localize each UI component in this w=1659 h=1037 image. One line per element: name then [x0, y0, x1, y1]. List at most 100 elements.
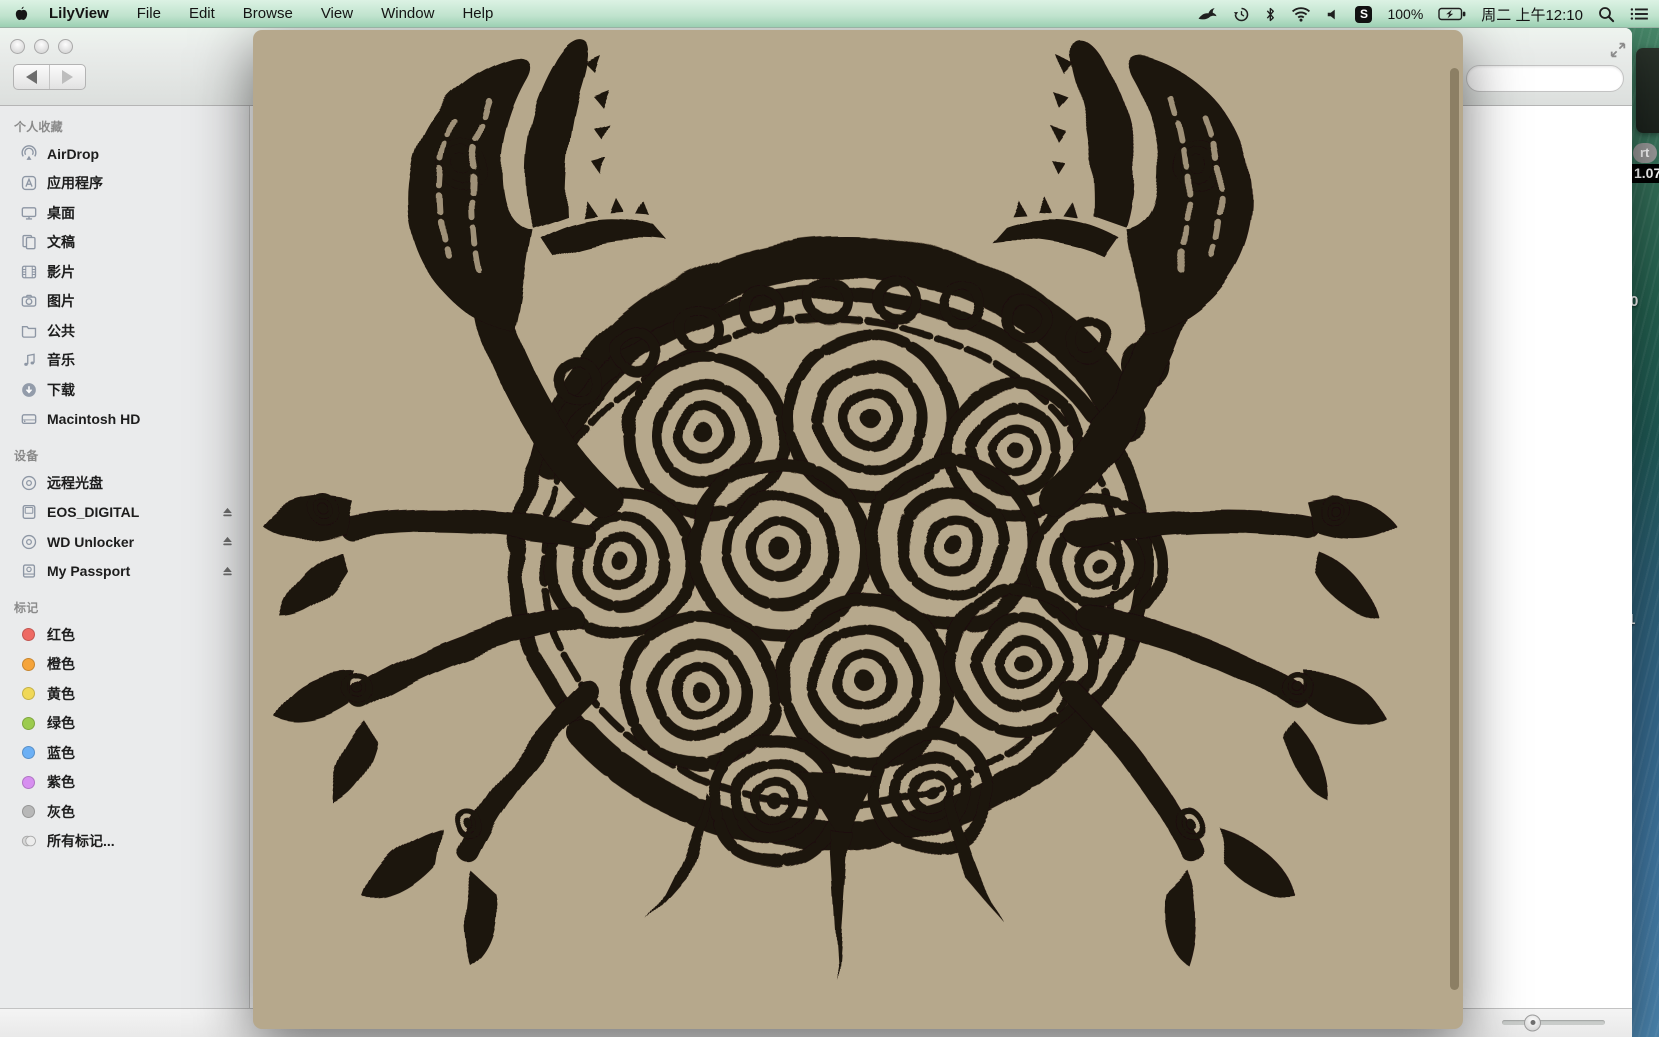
- battery-charging-icon[interactable]: [1438, 7, 1466, 21]
- sidebar-item-my-passport[interactable]: My Passport: [0, 557, 249, 587]
- desktop-partial-icon[interactable]: [1636, 48, 1659, 133]
- sidebar-item-desktop[interactable]: 桌面: [0, 198, 249, 228]
- bird-icon[interactable]: [1197, 6, 1218, 23]
- sidebar-item-all-tags[interactable]: 所有标记...: [0, 827, 249, 857]
- tag-color-dot: [19, 625, 38, 644]
- sidebar-item-label: 影片: [47, 262, 75, 282]
- shadowsocks-icon[interactable]: S: [1355, 6, 1372, 23]
- sidebar-item-label: 绿色: [47, 713, 75, 733]
- sidebar-item-tag-blue[interactable]: 蓝色: [0, 738, 249, 768]
- spotlight-icon[interactable]: [1598, 6, 1615, 23]
- icon-zoom-slider[interactable]: [1502, 1020, 1605, 1025]
- fullscreen-arrows-icon[interactable]: [1607, 39, 1629, 61]
- volume-icon[interactable]: [1326, 7, 1340, 22]
- menu-item-file[interactable]: File: [137, 5, 161, 22]
- crab-illustration: [253, 30, 1463, 1029]
- menu-item-help[interactable]: Help: [462, 5, 493, 22]
- eject-button[interactable]: [219, 563, 236, 580]
- sidebar-item-label: 桌面: [47, 203, 75, 223]
- image-scrollbar[interactable]: [1450, 68, 1459, 990]
- sidebar-item-label: Macintosh HD: [47, 411, 140, 427]
- sidebar-item-eos-digital[interactable]: EOS_DIGITAL: [0, 498, 249, 528]
- menu-status-area: S 100% 周二 上午12:10: [1197, 0, 1649, 28]
- sidebar-item-wd-unlocker[interactable]: WD Unlocker: [0, 527, 249, 557]
- sidebar-item-macintosh-hd[interactable]: Macintosh HD: [0, 405, 249, 435]
- sidebar-item-tag-purple[interactable]: 紫色: [0, 768, 249, 798]
- sidebar-item-airdrop[interactable]: AirDrop: [0, 139, 249, 169]
- sidebar-item-tag-red[interactable]: 红色: [0, 620, 249, 650]
- back-arrow-icon: [26, 70, 37, 84]
- icon-zoom-slider-knob[interactable]: [1524, 1014, 1541, 1031]
- back-button[interactable]: [14, 65, 49, 89]
- sidebar-item-downloads[interactable]: 下载: [0, 375, 249, 405]
- airdrop-icon: [19, 144, 38, 163]
- sidebar-item-label: My Passport: [47, 563, 130, 579]
- sidebar-item-label: 灰色: [47, 802, 75, 822]
- sidebar-item-label: 蓝色: [47, 743, 75, 763]
- search-input[interactable]: [1466, 65, 1624, 92]
- sidebar-item-label: EOS_DIGITAL: [47, 504, 139, 520]
- hdd-icon: [19, 410, 38, 429]
- sidebar-item-tag-yellow[interactable]: 黄色: [0, 679, 249, 709]
- tag-color-dot: [19, 802, 38, 821]
- bluetooth-icon[interactable]: [1265, 6, 1276, 23]
- sidebar-section-title: 设备: [0, 441, 249, 468]
- sidebar-item-label: 紫色: [47, 772, 75, 792]
- forward-button[interactable]: [49, 65, 85, 89]
- finder-sidebar: 个人收藏AirDrop应用程序桌面文稿影片图片公共音乐下载Macintosh H…: [0, 106, 250, 1008]
- apple-menu-icon[interactable]: [12, 4, 29, 24]
- sidebar-item-label: AirDrop: [47, 146, 99, 162]
- sidebar-item-label: 远程光盘: [47, 473, 103, 493]
- wifi-icon[interactable]: [1291, 6, 1311, 22]
- menu-item-edit[interactable]: Edit: [189, 5, 215, 22]
- eject-button[interactable]: [219, 533, 236, 550]
- notification-center-icon[interactable]: [1630, 7, 1649, 21]
- minimize-button[interactable]: [34, 39, 49, 54]
- sidebar-item-label: WD Unlocker: [47, 534, 134, 550]
- sidebar-item-label: 公共: [47, 321, 75, 341]
- sidebar-item-label: 黄色: [47, 684, 75, 704]
- sidebar-item-tag-orange[interactable]: 橙色: [0, 650, 249, 680]
- time-machine-icon[interactable]: [1233, 6, 1250, 23]
- sidebar-item-label: 文稿: [47, 232, 75, 252]
- menu-item-view[interactable]: View: [321, 5, 353, 22]
- sidebar-item-applications[interactable]: 应用程序: [0, 169, 249, 199]
- tag-color-dot: [19, 773, 38, 792]
- sidebar-item-public[interactable]: 公共: [0, 316, 249, 346]
- menu-bar: LilyView File Edit Browse View Window Help S …: [0, 0, 1659, 28]
- tag-color-dot: [19, 684, 38, 703]
- sidebar-item-tag-gray[interactable]: 灰色: [0, 797, 249, 827]
- sidebar-item-label: 所有标记...: [47, 831, 115, 851]
- display-icon: [19, 203, 38, 222]
- sidebar-item-tag-green[interactable]: 绿色: [0, 709, 249, 739]
- close-button[interactable]: [10, 39, 25, 54]
- all-tags-icon: [19, 832, 38, 851]
- desktop-partial-label-black: 1.07: [1629, 164, 1659, 183]
- sidebar-section-title: 标记: [0, 593, 249, 620]
- menu-item-browse[interactable]: Browse: [243, 5, 293, 22]
- tag-color-dot: [19, 714, 38, 733]
- image-viewer-window[interactable]: [253, 30, 1463, 1029]
- sidebar-item-documents[interactable]: 文稿: [0, 228, 249, 258]
- disc-icon: [19, 473, 38, 492]
- sidebar-item-label: 音乐: [47, 350, 75, 370]
- sidebar-item-remote-disc[interactable]: 远程光盘: [0, 468, 249, 498]
- app-menus: LilyView File Edit Browse View Window Help: [49, 5, 493, 22]
- menu-app-name[interactable]: LilyView: [49, 5, 109, 22]
- sidebar-item-music[interactable]: 音乐: [0, 346, 249, 376]
- forward-arrow-icon: [62, 70, 73, 84]
- downloads-icon: [19, 380, 38, 399]
- sidebar-item-label: 橙色: [47, 654, 75, 674]
- sidebar-item-label: 红色: [47, 625, 75, 645]
- sidebar-item-pictures[interactable]: 图片: [0, 287, 249, 317]
- passport-icon: [19, 562, 38, 581]
- zoom-button[interactable]: [58, 39, 73, 54]
- eject-button[interactable]: [219, 504, 236, 521]
- music-icon: [19, 351, 38, 370]
- sidebar-item-label: 图片: [47, 291, 75, 311]
- desktop-partial-label-pill: rt: [1633, 143, 1657, 163]
- sidebar-item-movies[interactable]: 影片: [0, 257, 249, 287]
- menu-item-window[interactable]: Window: [381, 5, 434, 22]
- menu-clock[interactable]: 周二 上午12:10: [1481, 4, 1583, 25]
- sidebar-item-label: 应用程序: [47, 173, 103, 193]
